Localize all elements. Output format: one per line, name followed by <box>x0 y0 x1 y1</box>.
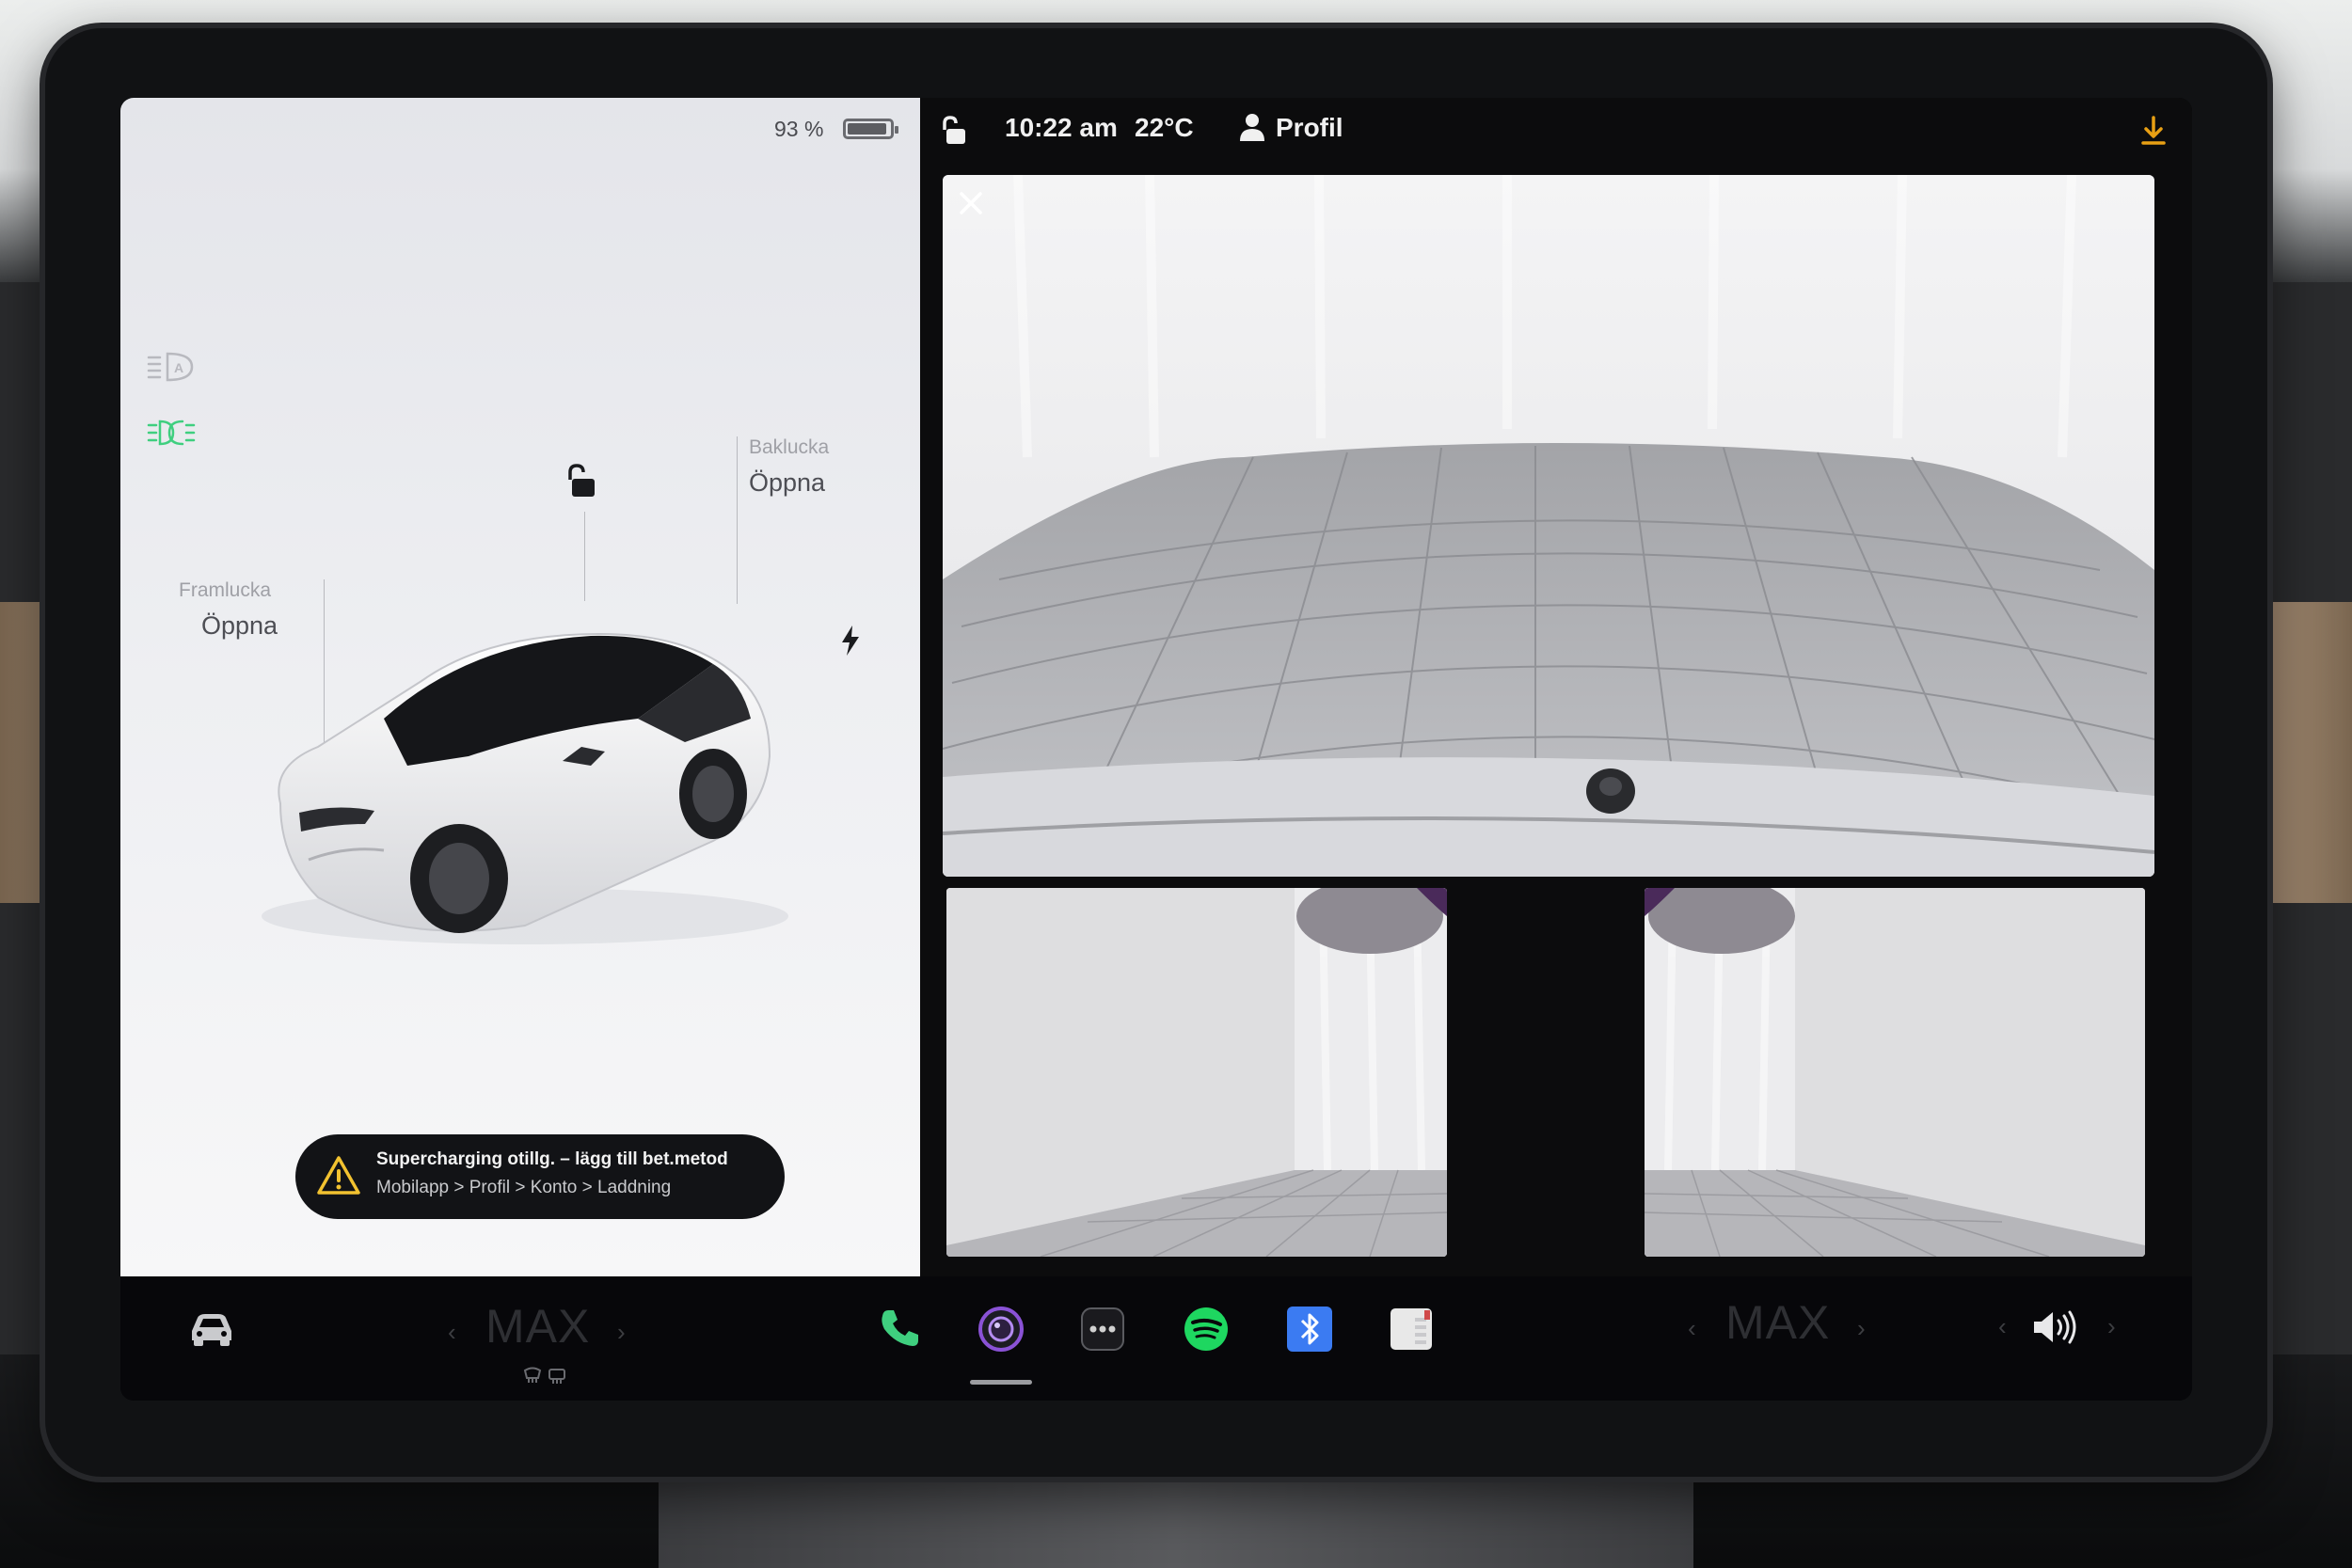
dashboard-wood-right <box>2267 602 2352 903</box>
trunk-open-button[interactable]: Öppna <box>749 468 825 498</box>
passenger-temp-decrease[interactable]: ‹ <box>1688 1314 1696 1343</box>
camera-panel: 10:22 am 22°C Profil <box>920 98 2192 1276</box>
volume-decrease[interactable]: ‹ <box>1998 1312 2007 1341</box>
clock: 10:22 am <box>1005 113 1118 142</box>
more-apps-icon[interactable] <box>1078 1305 1127 1354</box>
bottom-dock: ‹ MAX › ‹ MAX › ‹ › <box>120 1276 2192 1401</box>
volume-icon[interactable] <box>2030 1308 2081 1346</box>
download-icon[interactable] <box>2139 115 2168 147</box>
left-repeater-feed <box>946 888 1447 1257</box>
spotify-icon[interactable] <box>1182 1305 1231 1354</box>
unlock-icon[interactable] <box>563 463 600 500</box>
defrost-icons[interactable] <box>523 1367 568 1386</box>
svg-text:A: A <box>174 360 183 375</box>
bluetooth-icon[interactable] <box>1285 1305 1334 1354</box>
calendar-icon[interactable] <box>1387 1305 1436 1354</box>
rear-camera-feed <box>943 175 2154 877</box>
front-defrost-icon <box>523 1367 542 1379</box>
notification-title: Supercharging otillg. – lägg till bet.me… <box>376 1149 728 1169</box>
rear-camera-view[interactable] <box>943 175 2154 877</box>
passenger-temp-display[interactable]: MAX <box>1725 1295 1830 1350</box>
battery-icon <box>843 119 898 139</box>
left-repeater-camera-view[interactable] <box>946 888 1447 1257</box>
unlock-icon[interactable] <box>939 115 969 147</box>
rear-defrost-icon <box>548 1369 565 1380</box>
car-model-image <box>262 632 788 944</box>
person-icon[interactable] <box>1238 111 1266 143</box>
lightning-icon[interactable] <box>839 625 862 657</box>
phone-icon[interactable] <box>875 1305 924 1354</box>
battery-percent: 93 % <box>774 117 824 141</box>
camera-icon[interactable] <box>977 1305 1025 1354</box>
close-icon[interactable] <box>954 186 988 220</box>
outside-temperature: 22°C <box>1135 113 1194 142</box>
driver-temp-increase[interactable]: › <box>617 1318 626 1347</box>
notification-path: Mobilapp > Profil > Konto > Laddning <box>376 1178 672 1197</box>
passenger-temp-increase[interactable]: › <box>1857 1314 1866 1343</box>
car-icon[interactable] <box>186 1310 237 1348</box>
driver-temp-decrease[interactable]: ‹ <box>448 1318 456 1347</box>
battery-fill <box>848 123 886 135</box>
notification-toast[interactable]: Supercharging otillg. – lägg till bet.me… <box>295 1134 785 1219</box>
active-app-indicator <box>970 1380 1032 1385</box>
auto-headlight-icon[interactable]: A <box>147 350 196 384</box>
parking-light-icon[interactable] <box>147 418 196 448</box>
status-bar: 10:22 am 22°C Profil <box>920 98 2192 166</box>
driver-temp-display[interactable]: MAX <box>485 1299 590 1354</box>
right-repeater-camera-view[interactable] <box>1645 888 2145 1257</box>
car-status-panel: 93 % A Baklucka Öppna Framlucka Öppna Su… <box>120 98 920 1276</box>
profile-button[interactable]: Profil <box>1276 113 1343 143</box>
right-repeater-feed <box>1645 888 2145 1257</box>
volume-increase[interactable]: › <box>2107 1312 2116 1341</box>
touchscreen: 93 % A Baklucka Öppna Framlucka Öppna Su… <box>120 98 2192 1401</box>
warning-icon <box>317 1156 360 1195</box>
trunk-title: Baklucka <box>749 436 830 458</box>
